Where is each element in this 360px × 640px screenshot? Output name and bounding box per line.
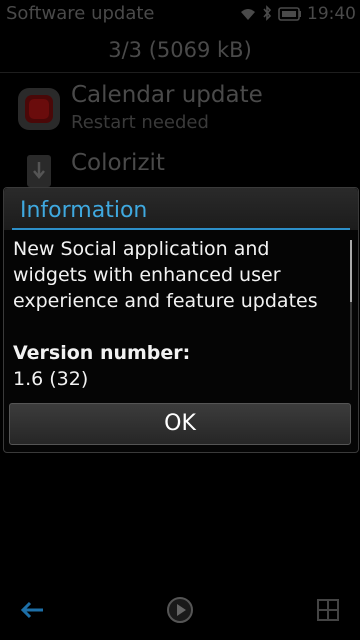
clock: 19:40 bbox=[307, 4, 356, 24]
battery-icon bbox=[278, 5, 302, 26]
divider bbox=[0, 72, 360, 73]
version-label: Version number: bbox=[13, 342, 191, 364]
status-bar: Software update 19:40 bbox=[0, 0, 360, 28]
update-description: New Social application and widgets with … bbox=[13, 238, 318, 312]
version-value: 1.6 (32) bbox=[13, 368, 89, 390]
bottom-toolbar bbox=[0, 590, 360, 630]
status-icons bbox=[240, 5, 302, 26]
dialog-body[interactable]: New Social application and widgets with … bbox=[13, 236, 331, 392]
scrollbar-thumb[interactable] bbox=[350, 240, 352, 302]
app-title: Software update bbox=[6, 3, 155, 24]
dialog-title-rule bbox=[12, 228, 350, 230]
back-arrow-icon[interactable] bbox=[12, 590, 52, 630]
update-status: Restart needed bbox=[71, 112, 209, 133]
update-name: Colorizit bbox=[71, 150, 165, 176]
play-icon[interactable] bbox=[160, 590, 200, 630]
bluetooth-icon bbox=[262, 5, 272, 26]
calendar-app-icon bbox=[16, 86, 62, 132]
dialog-scrollbar[interactable] bbox=[350, 240, 352, 390]
information-dialog: Information New Social application and w… bbox=[3, 187, 359, 453]
update-summary: 3/3 (5069 kB) bbox=[108, 38, 252, 62]
update-item-calendar[interactable]: Calendar update Restart needed bbox=[0, 80, 360, 142]
dialog-title: Information bbox=[20, 198, 148, 223]
options-grid-icon[interactable] bbox=[308, 590, 348, 630]
download-icon bbox=[26, 154, 52, 188]
update-name: Calendar update bbox=[71, 82, 263, 108]
update-item-colorizit[interactable]: Colorizit bbox=[0, 148, 360, 188]
wifi-icon bbox=[240, 5, 256, 26]
ok-button[interactable]: OK bbox=[9, 403, 351, 445]
dialog-header: Information bbox=[4, 188, 358, 230]
